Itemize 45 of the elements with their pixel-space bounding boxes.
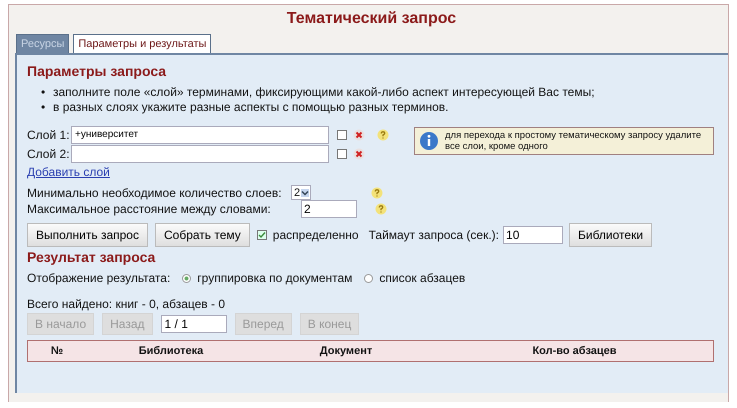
layer-field[interactable] [71,144,329,162]
layer-count-dropdown[interactable]: 2 [291,185,312,200]
info-icon [419,131,439,151]
field-label: Максимальное расстояние между словами: [27,202,272,216]
hint-text: в разных слоях укажите разные аспекты с помощью разных терминов. [53,100,448,115]
caret-icon [301,188,310,196]
hint-text: заполните поле «слой» терминами, фиксирующими какой-либо аспект интересующей Вас темы; [53,85,595,100]
checkbox[interactable] [256,230,267,240]
layer-label: Слой 2: [27,146,71,160]
help-icon[interactable] [377,128,389,140]
page-field[interactable]: 1 / 1 [160,315,227,333]
add-layer-link[interactable]: Добавить слой [27,165,110,179]
checkbox-label: распределенно [272,228,359,242]
action-button[interactable]: Собрать тему [154,223,250,247]
layer-label: Слой 1: [27,128,71,142]
action-button[interactable]: Выполнить запрос [27,223,148,247]
info-text: для перехода к простому тематическому запросу удалите все слои, кроме одного [445,130,702,152]
radio-label: список абзацев [379,271,466,285]
column-header: Документ [318,345,374,357]
distance-field[interactable]: 2 [301,200,357,218]
checkbox[interactable] [337,130,347,140]
timeout-field[interactable]: 10 [503,226,564,244]
field-label: Минимально необходимое количество слоев: [27,186,283,200]
bullet: • [41,85,46,100]
help-icon[interactable] [375,203,387,215]
field-label: Отображение результата: [27,271,170,285]
help-icon[interactable] [371,186,384,198]
page-title: Тематический запрос [286,10,458,28]
column-header: № [50,345,64,357]
field-label: Таймаут запроса (сек.): [368,228,500,242]
bullet: • [41,100,46,115]
found-count: Всего найдено: книг - 0, абзацев - 0 [27,297,226,311]
column-header: Кол-во абзацев [531,345,618,357]
delete-icon[interactable] [353,148,365,160]
libraries-button[interactable]: Библиотеки [569,223,652,247]
delete-icon[interactable] [353,128,365,140]
radio-label: группировка по документам [197,271,352,285]
radio-button[interactable] [364,274,374,282]
section-heading: Параметры запроса [27,63,168,79]
column-header: Библиотека [138,345,204,357]
layer-field[interactable]: +университет [71,126,329,144]
radio-button[interactable] [182,274,192,282]
checkbox[interactable] [337,148,347,158]
tab[interactable]: Параметры и результаты [73,34,212,53]
section-heading: Результат запроса [27,249,156,265]
